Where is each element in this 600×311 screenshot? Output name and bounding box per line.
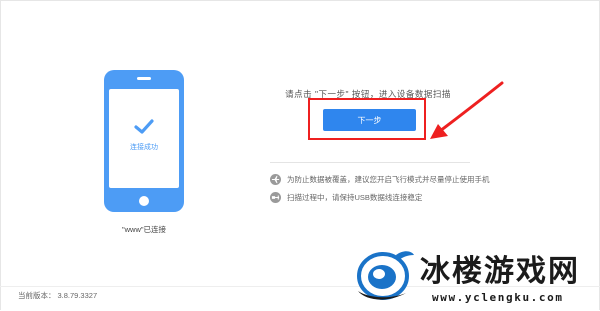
tip-airplane: 为防止数据被覆盖，建议您开启飞行模式并尽量停止使用手机 (270, 173, 490, 185)
next-step-button[interactable]: 下一步 (323, 109, 416, 131)
connection-status: 连接成功 (130, 144, 158, 151)
red-arrow-icon (430, 81, 504, 139)
version-info: 当前版本： 3.8.79.3327 (18, 290, 97, 301)
version-label: 当前版本： (18, 291, 56, 300)
usb-icon (270, 191, 281, 203)
device-name: "www"已连接 (121, 225, 167, 234)
tip-text: 为防止数据被覆盖，建议您开启飞行模式并尽量停止使用手机 (287, 174, 490, 184)
divider (270, 162, 470, 163)
phone-illustration: 连接成功 (104, 70, 184, 212)
watermark-logo-icon (357, 251, 414, 300)
watermark-title: 冰楼游戏网 (420, 254, 580, 289)
tip-text: 扫描过程中，请保持USB数据线连接稳定 (287, 192, 423, 202)
watermark-url: www.yclengku.com (432, 291, 564, 304)
check-icon (134, 119, 154, 134)
airplane-icon (270, 173, 281, 185)
version-number: 3.8.79.3327 (57, 291, 98, 300)
tip-usb: 扫描过程中，请保持USB数据线连接稳定 (270, 191, 422, 203)
phone-home-button (139, 196, 149, 206)
phone-screen: 连接成功 (109, 89, 179, 188)
phone-speaker (137, 77, 151, 80)
